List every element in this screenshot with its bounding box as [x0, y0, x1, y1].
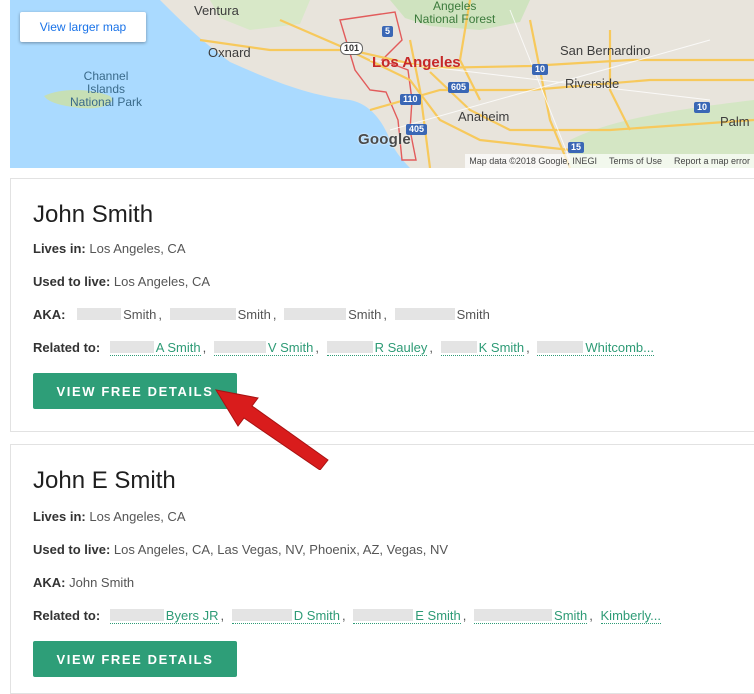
related-person-link[interactable]: Byers JR	[109, 608, 219, 624]
used-to-live-value: Los Angeles, CA, Las Vegas, NV, Phoenix,…	[113, 542, 449, 557]
map-label-channel-islands: Channel Islands National Park	[70, 69, 143, 109]
highway-shield-15: 15	[568, 142, 585, 153]
lives-in-label: Lives in:	[33, 241, 86, 256]
aka-value: John Smith	[69, 575, 135, 590]
related-to-label: Related to:	[33, 340, 101, 355]
highway-shield-5: 5	[382, 26, 394, 37]
view-free-details-button[interactable]: VIEW FREE DETAILS	[33, 641, 237, 677]
map-label-oxnard: Oxnard	[208, 45, 251, 60]
map-label-riverside: Riverside	[565, 76, 620, 91]
aka-label: AKA:	[33, 575, 66, 590]
used-to-live-label: Used to live:	[33, 542, 111, 557]
related-person-link[interactable]: Whitcomb...	[537, 340, 654, 356]
result-card: John E Smith Lives in: Los Angeles, CA U…	[10, 444, 754, 694]
related-person-link[interactable]: V Smith	[213, 340, 314, 356]
redacted-text	[284, 308, 347, 320]
used-to-live-value: Los Angeles, CA	[113, 274, 211, 289]
used-to-live-label: Used to live:	[33, 274, 111, 289]
terms-of-use-link[interactable]: Terms of Use	[609, 154, 662, 168]
lives-in-row: Lives in: Los Angeles, CA	[33, 509, 186, 524]
map-label-san-bernardino: San Bernardino	[560, 43, 651, 58]
highway-shield-101: 101	[340, 42, 364, 55]
aka-name: Smith	[237, 307, 271, 322]
aka-label: AKA:	[33, 307, 66, 322]
map-data-credit: Map data ©2018 Google, INEGI	[469, 156, 597, 166]
related-person-link[interactable]: D Smith	[231, 608, 341, 624]
related-to-row: Related to: A Smith, V Smith, R Sauley, …	[33, 340, 654, 356]
map-attribution: Map data ©2018 Google, INEGI Terms of Us…	[465, 154, 754, 168]
highway-shield-605: 605	[448, 82, 470, 93]
related-to-label: Related to:	[33, 608, 101, 623]
redacted-text	[77, 308, 122, 320]
aka-name: Smith	[123, 307, 157, 322]
highway-shield-10: 10	[532, 64, 549, 75]
person-name[interactable]: John Smith	[33, 201, 153, 229]
related-person-link[interactable]: E Smith	[353, 608, 461, 624]
lives-in-label: Lives in:	[33, 509, 86, 524]
related-person-link[interactable]: R Sauley	[326, 340, 428, 356]
related-person-link[interactable]: Smith	[474, 608, 588, 624]
map-label-anaheim: Anaheim	[458, 109, 510, 124]
google-logo: Google	[358, 131, 411, 148]
aka-row: AKA: Smith, Smith, Smith, Smith	[33, 307, 490, 322]
related-person-link[interactable]: K Smith	[440, 340, 525, 356]
view-larger-map-button[interactable]: View larger map	[20, 12, 146, 42]
map-label-ventura: Ventura	[194, 3, 239, 18]
person-name[interactable]: John E Smith	[33, 467, 176, 495]
report-map-error-link[interactable]: Report a map error	[674, 154, 750, 168]
map-label-angeles-national-forest: Angeles National Forest	[414, 0, 496, 26]
redacted-text	[169, 308, 236, 320]
aka-row: AKA: John Smith	[33, 575, 134, 590]
view-free-details-button[interactable]: VIEW FREE DETAILS	[33, 373, 237, 409]
map[interactable]: Ventura Angeles National Forest Oxnard L…	[10, 0, 754, 168]
used-to-live-row: Used to live: Los Angeles, CA, Las Vegas…	[33, 542, 448, 557]
related-person-link[interactable]: Kimberly...	[600, 608, 661, 624]
highway-shield-110: 110	[400, 94, 421, 105]
related-to-row: Related to: Byers JR, D Smith, E Smith, …	[33, 608, 661, 624]
aka-name: Smith	[456, 307, 490, 322]
annotation-arrow-icon	[214, 389, 329, 470]
lives-in-row: Lives in: Los Angeles, CA	[33, 241, 186, 256]
result-card: John Smith Lives in: Los Angeles, CA Use…	[10, 178, 754, 432]
map-label-palm: Palm	[720, 114, 750, 129]
map-label-los-angeles: Los Angeles	[372, 54, 461, 71]
related-person-link[interactable]: A Smith	[109, 340, 201, 356]
highway-shield-10-east: 10	[694, 102, 711, 113]
lives-in-value: Los Angeles, CA	[89, 509, 186, 524]
redacted-text	[394, 308, 455, 320]
lives-in-value: Los Angeles, CA	[89, 241, 186, 256]
used-to-live-row: Used to live: Los Angeles, CA	[33, 274, 210, 289]
aka-name: Smith	[348, 307, 382, 322]
